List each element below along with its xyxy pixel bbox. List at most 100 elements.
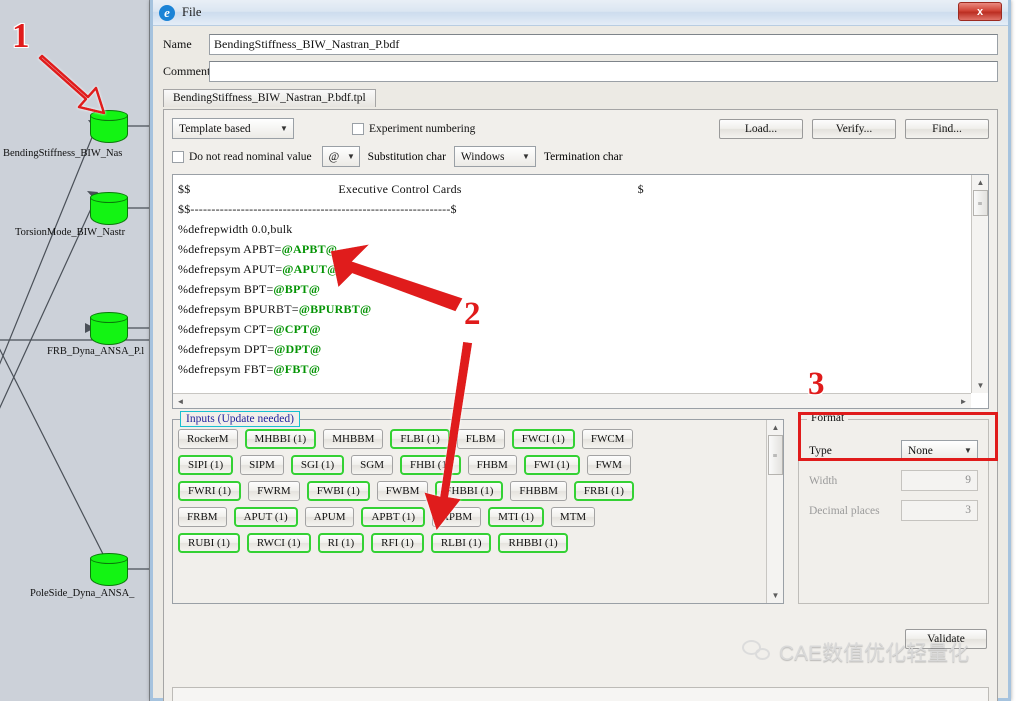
format-type-label: Type [809,444,832,457]
inputs-row: FRBM APUT (1) APUM APBT (1) APBM MTI (1)… [174,507,765,527]
inputs-row: FWRI (1) FWRM FWBI (1) FWBM FHBBI (1) FH… [174,481,765,501]
format-decimals-field[interactable]: 3 [901,500,978,521]
inputs-scroll-area[interactable]: RockerM MHBBI (1) MHBBM FLBI (1) FLBM FW… [174,429,765,600]
format-legend: Format [807,412,849,424]
code-line: %defrepwidth 0.0,bulk [178,222,293,236]
input-button-rhbbi[interactable]: RHBBI (1) [498,533,568,553]
code-line: %defrepsym APUT=@APUT@ [178,262,339,276]
do-not-read-nominal-checkbox[interactable]: Do not read nominal value [172,150,312,163]
input-button-sgm[interactable]: SGM [351,455,393,475]
format-decimals-row: Decimal places 3 [809,500,978,521]
db-node-label: TorsionMode_BIW_Nastr [15,227,126,238]
format-width-field[interactable]: 9 [901,470,978,491]
inputs-title: Inputs (Update needed) [180,411,300,427]
verify-button[interactable]: Verify... [812,118,896,139]
chevron-down-icon: ▼ [521,152,530,161]
input-button-mhbbi[interactable]: MHBBI (1) [244,429,317,449]
input-button-frbm[interactable]: FRBM [178,507,227,527]
substitution-char-label: Substitution char [367,150,446,163]
input-button-fwi[interactable]: FWI (1) [523,455,580,475]
name-input[interactable] [209,34,998,55]
scroll-up-icon[interactable]: ▲ [767,420,784,435]
db-node[interactable] [90,192,128,226]
inputs-vertical-scrollbar[interactable]: ▲ ≡ ▼ [766,420,783,603]
input-button-flbm[interactable]: FLBM [456,429,505,449]
input-button-mti[interactable]: MTI (1) [488,507,544,527]
input-button-mtm[interactable]: MTM [550,507,596,527]
input-button-fwbi[interactable]: FWBI (1) [306,481,370,501]
template-mode-combo[interactable]: Template based ▼ [172,118,294,139]
input-button-fwm[interactable]: FWM [586,455,631,475]
input-button-fhbi[interactable]: FHBI (1) [399,455,461,475]
scroll-down-icon[interactable]: ▼ [972,378,988,393]
input-button-rockerm[interactable]: RockerM [178,429,238,449]
input-button-sgi[interactable]: SGI (1) [290,455,345,475]
control-row-2: Do not read nominal value @ ▼ Substituti… [172,146,989,167]
scroll-up-icon[interactable]: ▲ [972,175,988,190]
input-button-rlbi[interactable]: RLBI (1) [430,533,492,553]
callout-number-2: 2 [464,296,481,332]
experiment-numbering-checkbox[interactable]: Experiment numbering [352,122,475,135]
load-button[interactable]: Load... [719,118,803,139]
termination-char-label: Termination char [543,150,623,163]
template-text-content[interactable]: $$ Executive Control Cards $ $$-----------… [173,175,970,393]
db-node[interactable] [90,110,128,144]
input-button-mhbbm[interactable]: MHBBM [323,429,384,449]
window-titlebar[interactable]: e File x [153,0,1008,26]
input-button-fwcm[interactable]: FWCM [581,429,634,449]
input-button-sipi[interactable]: SIPI (1) [178,455,234,475]
input-button-fwbm[interactable]: FWBM [376,481,429,501]
scroll-left-icon[interactable]: ◄ [173,394,188,408]
tab-template-file[interactable]: BendingStiffness_BIW_Nastran_P.bdf.tpl [163,89,376,107]
e-logo-icon: e [159,4,175,21]
format-type-value: None [908,444,933,457]
file-dialog-window[interactable]: e File x Name Comment BendingStiffness_B… [150,0,1011,701]
code-line: %defrepsym CPT=@CPT@ [178,322,321,336]
scrollbar-thumb[interactable]: ≡ [767,435,783,475]
editor-vertical-scrollbar[interactable]: ▲ ≡ ▼ [971,175,988,393]
code-line: %defrepsym BPURBT=@BPURBT@ [178,302,372,316]
name-label: Name [163,37,192,51]
scrollbar-thumb[interactable]: ≡ [972,190,988,216]
cylinder-top-icon [90,312,128,323]
input-button-apbt[interactable]: APBT (1) [361,507,425,527]
template-text-editor[interactable]: $$ Executive Control Cards $ $$-----------… [172,174,989,409]
input-button-fhbbm[interactable]: FHBBM [510,481,567,501]
format-type-combo[interactable]: None ▼ [901,440,978,461]
lower-split: Inputs (Update needed) RockerM MHBBI (1)… [172,411,989,604]
workflow-diagram-canvas[interactable]: BendingStiffness_BIW_Nas TorsionMode_BIW… [0,0,150,701]
validate-button[interactable]: Validate [905,629,987,649]
callout-number-1: 1 [12,16,30,55]
input-button-aput[interactable]: APUT (1) [233,507,298,527]
input-button-fwrm[interactable]: FWRM [248,481,300,501]
input-button-fhbbi[interactable]: FHBBI (1) [435,481,504,501]
substitution-char-combo[interactable]: @ ▼ [321,146,360,167]
input-button-apum[interactable]: APUM [304,507,355,527]
find-button[interactable]: Find... [905,118,989,139]
input-button-flbi[interactable]: FLBI (1) [390,429,450,449]
input-button-frbi[interactable]: FRBI (1) [573,481,634,501]
input-button-rwci[interactable]: RWCI (1) [246,533,311,553]
input-button-rubi[interactable]: RUBI (1) [178,533,240,553]
comment-input[interactable] [209,61,998,82]
db-node[interactable] [90,312,128,346]
input-button-apbm[interactable]: APBM [431,507,482,527]
db-node[interactable] [90,553,128,587]
format-panel: Format Type None ▼ Width 9 Decimal place… [798,412,989,604]
input-button-fwci[interactable]: FWCI (1) [511,429,575,449]
input-button-ri[interactable]: RI (1) [317,533,365,553]
termination-char-combo[interactable]: Windows ▼ [453,146,536,167]
editor-horizontal-scrollbar[interactable]: ◄ ► [173,393,971,408]
input-button-fhbm[interactable]: FHBM [467,455,517,475]
inputs-row: SIPI (1) SIPM SGI (1) SGM FHBI (1) FHBM … [174,455,765,475]
input-button-rfi[interactable]: RFI (1) [371,533,424,553]
input-button-sipm[interactable]: SIPM [240,455,284,475]
cylinder-top-icon [90,110,128,121]
close-button[interactable]: x [958,2,1002,21]
inputs-row: RockerM MHBBI (1) MHBBM FLBI (1) FLBM FW… [174,429,765,449]
callout-number-3: 3 [808,366,825,402]
input-button-fwri[interactable]: FWRI (1) [178,481,242,501]
scroll-down-icon[interactable]: ▼ [767,588,784,603]
validate-wrap: Validate [905,629,987,649]
scroll-right-icon[interactable]: ► [956,394,971,408]
